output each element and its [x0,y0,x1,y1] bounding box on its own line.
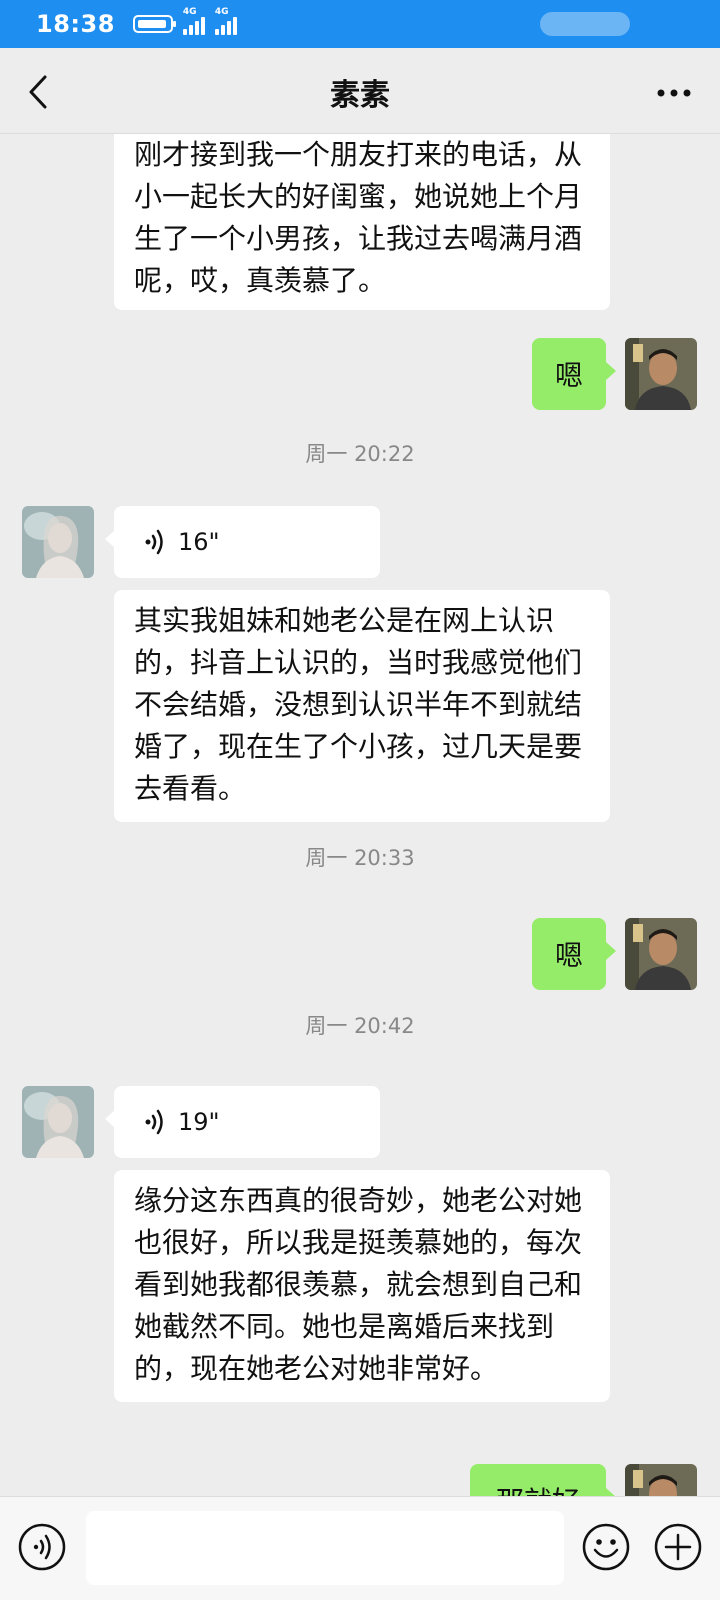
timestamp: 周一 20:42 [305,1014,415,1038]
emoji-button[interactable] [582,1523,630,1571]
message-bubble-sent[interactable]: 嗯 [532,338,616,410]
my-avatar[interactable] [625,338,697,410]
message-text: 嗯 [554,939,583,972]
bubble-tail [606,942,616,960]
contact-avatar[interactable] [22,506,94,578]
timestamp: 周一 20:33 [305,846,415,870]
voice-duration: 16" [178,528,220,556]
emoji-icon [582,1523,630,1571]
bubble-tail [606,362,616,380]
more-functions-button[interactable] [654,1523,702,1571]
contact-avatar[interactable] [22,1086,94,1158]
timestamp: 周一 20:22 [305,442,415,466]
status-time: 18:38 [36,10,115,38]
signal-icon: 4G [182,7,205,35]
signal-label-2: 4G [214,7,229,17]
contact-avatar-icon [22,506,94,578]
person-avatar-icon [625,1464,697,1496]
message-bubble-received[interactable]: 缘分这东西真的很奇妙，她老公对她也很好，所以我是挺羡慕她的，每次看到她我都很羡慕… [114,1170,610,1402]
chat-header: 素素 [0,48,720,134]
more-dots-icon [657,89,691,97]
status-bar: 18:38 4G 4G [0,0,720,48]
message-bubble-sent[interactable]: 那就好 [470,1464,616,1496]
signal-label: 4G [182,7,197,17]
voice-message[interactable]: 16" [105,506,380,578]
input-bar [0,1496,720,1600]
message-text: 其实我姐妹和她老公是在网上认识的，抖音上认识的，当时我感觉他们不会结婚，没想到认… [134,604,583,805]
chat-title: 素素 [330,78,390,113]
battery-icon [132,15,176,33]
message-text: 嗯 [554,359,583,392]
message-bubble-received[interactable]: 刚才接到我一个朋友打来的电话，从小一起长大的好闺蜜，她说她上个月生了一个小男孩，… [114,134,610,310]
bubble-tail [105,1110,115,1128]
message-text: 那就好 [496,1480,580,1496]
signal-icon-2: 4G [214,7,237,35]
notification-icons [540,12,630,36]
voice-duration: 19" [178,1108,220,1136]
person-avatar-icon [625,338,697,410]
message-bubble-sent[interactable]: 嗯 [532,918,616,990]
voice-input-button[interactable] [18,1523,66,1571]
message-text: 刚才接到我一个朋友打来的电话，从小一起长大的好闺蜜，她说她上个月生了一个小男孩，… [134,138,583,297]
message-bubble-received[interactable]: 其实我姐妹和她老公是在网上认识的，抖音上认识的，当时我感觉他们不会结婚，没想到认… [114,590,610,822]
voice-wave-icon [145,1109,163,1135]
message-text: 缘分这东西真的很奇妙，她老公对她也很好，所以我是挺羡慕她的，每次看到她我都很羡慕… [134,1184,583,1385]
bubble-tail [105,530,115,548]
more-button[interactable] [652,78,696,108]
message-input[interactable] [86,1511,564,1585]
person-avatar-icon [625,918,697,990]
voice-wave-icon [145,529,163,555]
contact-avatar-icon [22,1086,94,1158]
chat-messages[interactable]: 刚才接到我一个朋友打来的电话，从小一起长大的好闺蜜，她说她上个月生了一个小男孩，… [0,134,720,1496]
voice-icon [18,1523,66,1571]
plus-icon [654,1523,702,1571]
my-avatar[interactable] [625,1464,697,1496]
my-avatar[interactable] [625,918,697,990]
voice-message[interactable]: 19" [105,1086,380,1158]
bubble-tail [606,1488,616,1496]
